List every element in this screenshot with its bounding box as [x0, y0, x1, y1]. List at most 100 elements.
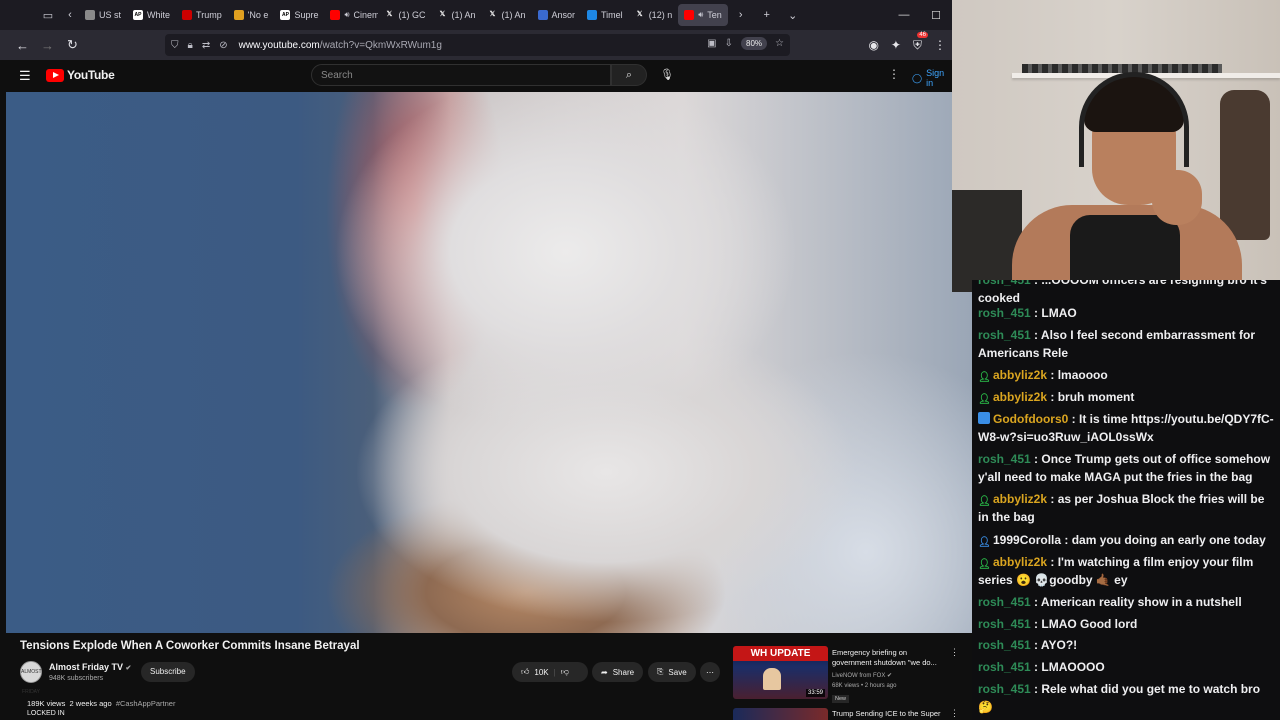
share-icon: ➦ — [601, 667, 608, 677]
stream-layout: ▭ ‹ US st AP White Trump 'No e AP Supre 🔊︎ Cinem… — [0, 0, 1280, 720]
minimize-icon[interactable]: — — [888, 9, 920, 21]
ublock-icon[interactable]: ⛨ 46 — [913, 31, 928, 53]
browser-tab[interactable]: 𝕏 (1) An — [431, 4, 481, 26]
browser-tab[interactable]: 'No e — [228, 4, 275, 26]
chat-username[interactable]: Godofdoors0 — [993, 412, 1068, 426]
chat-text: : bruh moment — [1047, 390, 1135, 404]
more-actions-button[interactable]: ⋯ — [700, 662, 720, 682]
more-icon: ⋯ — [706, 667, 714, 677]
address-bar[interactable]: ⛉ 🔒︎ ⇄ ⊘ www.youtube.com/watch?v=QkmWxRW… — [165, 34, 790, 56]
search-button[interactable]: ⌕ — [611, 64, 647, 86]
tabs-scroll-left-icon[interactable]: ‹ — [61, 9, 79, 21]
chat-username[interactable]: abbyliz2k — [993, 390, 1047, 404]
save-button[interactable]: ⎘ Save — [648, 662, 696, 682]
browser-tab[interactable]: 𝕏 (1) GC — [378, 4, 431, 26]
tab-label: (1) GC — [398, 10, 426, 20]
reload-button[interactable]: ↻ — [60, 37, 85, 53]
browser-tab[interactable]: 🔊︎ Cinem — [324, 4, 378, 26]
chat-username[interactable]: abbyliz2k — [993, 555, 1047, 569]
recommended-title[interactable]: Emergency briefing on government shutdow… — [832, 648, 944, 668]
chat-username[interactable]: rosh_451 — [978, 328, 1031, 342]
browser-tab[interactable]: US st — [79, 4, 127, 26]
browser-tab[interactable]: Timel — [581, 4, 629, 26]
chat-username[interactable]: rosh_451 — [978, 595, 1031, 609]
video-player[interactable] — [6, 92, 972, 633]
youtube-logo[interactable]: YouTube — [46, 68, 115, 82]
chat-username[interactable]: abbyliz2k — [993, 492, 1047, 506]
account-icon[interactable]: ◉ — [868, 38, 878, 52]
settings-menu-icon[interactable]: ⋮ — [888, 67, 900, 81]
picture-in-picture-icon[interactable]: ▣ — [707, 38, 716, 49]
no-autoplay-icon[interactable]: ⊘ — [219, 40, 227, 51]
zoom-level[interactable]: 80% — [741, 37, 768, 50]
tab-label: Trump — [196, 10, 222, 20]
chat-message: rosh_451 : LMAO Good lord — [978, 615, 1274, 633]
url-text: www.youtube.com/watch?v=QkmWxRWum1g — [238, 39, 442, 51]
new-tab-button[interactable]: + — [754, 9, 780, 21]
chat-username[interactable]: rosh_451 — [978, 617, 1031, 631]
chat-username[interactable]: rosh_451 — [978, 452, 1031, 466]
tab-overview-icon[interactable]: ▭ — [35, 9, 61, 22]
browser-tab[interactable]: AP Supre — [274, 4, 324, 26]
extensions-icon[interactable]: ✦ — [891, 38, 901, 52]
chat-username[interactable]: rosh_451 — [978, 306, 1031, 320]
forward-button[interactable]: → — [35, 38, 60, 53]
hashtag[interactable]: #CashAppPartner — [116, 699, 176, 708]
recommended-thumbnail[interactable]: WH UPDATE 33:59 — [733, 646, 828, 699]
browser-tab-strip: ▭ ‹ US st AP White Trump 'No e AP Supre 🔊︎ Cinem… — [0, 0, 952, 30]
browser-tab[interactable]: Ansor — [532, 4, 582, 26]
chat-username[interactable]: rosh_451 — [978, 660, 1031, 674]
search-input[interactable]: Search — [311, 64, 611, 86]
tab-label: US st — [99, 10, 122, 20]
browser-tab[interactable]: 𝕏 (12) n — [629, 4, 679, 26]
tab-label: 'No e — [247, 10, 269, 20]
chat-username[interactable]: rosh_451 — [978, 280, 1031, 287]
menu-icon[interactable]: ☰ — [19, 68, 31, 84]
recommended-menu-icon[interactable]: ⋮ — [950, 708, 959, 719]
tab-label: Timel — [601, 10, 623, 20]
site-icon — [537, 10, 548, 20]
save-icon: ⎘ — [657, 667, 664, 676]
channel-name[interactable]: Almost Friday TV ✔ — [49, 662, 131, 672]
recommended-menu-icon[interactable]: ⋮ — [950, 647, 959, 658]
sign-in-button[interactable]: ◯ Sign in — [912, 68, 952, 88]
channel-avatar[interactable]: ALMOST FRIDAY — [20, 661, 42, 695]
shield-icon[interactable]: ⛉ — [171, 40, 179, 51]
duration-badge: 33:59 — [805, 689, 825, 697]
tab-list-chevron-icon[interactable]: ⌄ — [780, 9, 806, 22]
speaker-icon[interactable]: 🔊︎ — [344, 10, 349, 20]
permissions-icon[interactable]: ⇄ — [202, 40, 210, 51]
browser-tab[interactable]: 🔊︎ Ten — [678, 4, 728, 26]
overflow-icon[interactable]: ⋮ — [934, 38, 946, 52]
verified-icon: ✔ — [125, 665, 132, 672]
speaker-icon[interactable]: 🔊︎ — [698, 10, 703, 20]
ap-icon: AP — [133, 10, 144, 20]
recommended-title[interactable]: Trump Sending ICE to the Super — [832, 709, 941, 718]
like-icon[interactable]: 👍︎ — [521, 667, 529, 677]
chat-message: rosh_451 : American reality show in a nu… — [978, 593, 1274, 611]
chat-message: 👤︎ 1999Corolla : dam you doing an early o… — [978, 531, 1274, 549]
chat-message: Godofdoors0 : It is time https://youtu.b… — [978, 410, 1274, 446]
chat-username[interactable]: rosh_451 — [978, 682, 1031, 696]
share-button[interactable]: ➦ Share — [592, 662, 644, 682]
bookmark-star-icon[interactable]: ☆ — [775, 38, 784, 49]
back-button[interactable]: ← — [10, 38, 35, 53]
chat-username[interactable]: abbyliz2k — [993, 368, 1047, 382]
browser-tab[interactable]: Trump — [176, 4, 228, 26]
maximize-icon[interactable]: ☐ — [920, 9, 952, 22]
like-count[interactable]: 10K — [534, 668, 548, 677]
tabs-scroll-right-icon[interactable]: › — [728, 9, 754, 21]
download-icon[interactable]: ⇩ — [725, 38, 733, 49]
browser-tab[interactable]: AP White — [127, 4, 176, 26]
chat-username[interactable]: rosh_451 — [978, 638, 1031, 652]
chat-panel: rosh_451 : ...OOOOM officers are resigni… — [972, 280, 1280, 720]
browser-tab[interactable]: 𝕏 (1) An — [481, 4, 531, 26]
dislike-icon[interactable]: 👎︎ — [561, 667, 569, 677]
recommended-channel[interactable]: LiveNOW from FOX ✔ — [832, 672, 892, 679]
x-icon: 𝕏 — [489, 11, 496, 18]
chat-username[interactable]: 1999Corolla — [993, 533, 1061, 547]
subscribe-button[interactable]: Subscribe — [141, 662, 195, 682]
voice-search-icon[interactable]: 🎙︎ — [660, 68, 674, 81]
recommended-thumbnail[interactable] — [733, 708, 828, 720]
user-circle-icon: ◯ — [912, 72, 923, 83]
